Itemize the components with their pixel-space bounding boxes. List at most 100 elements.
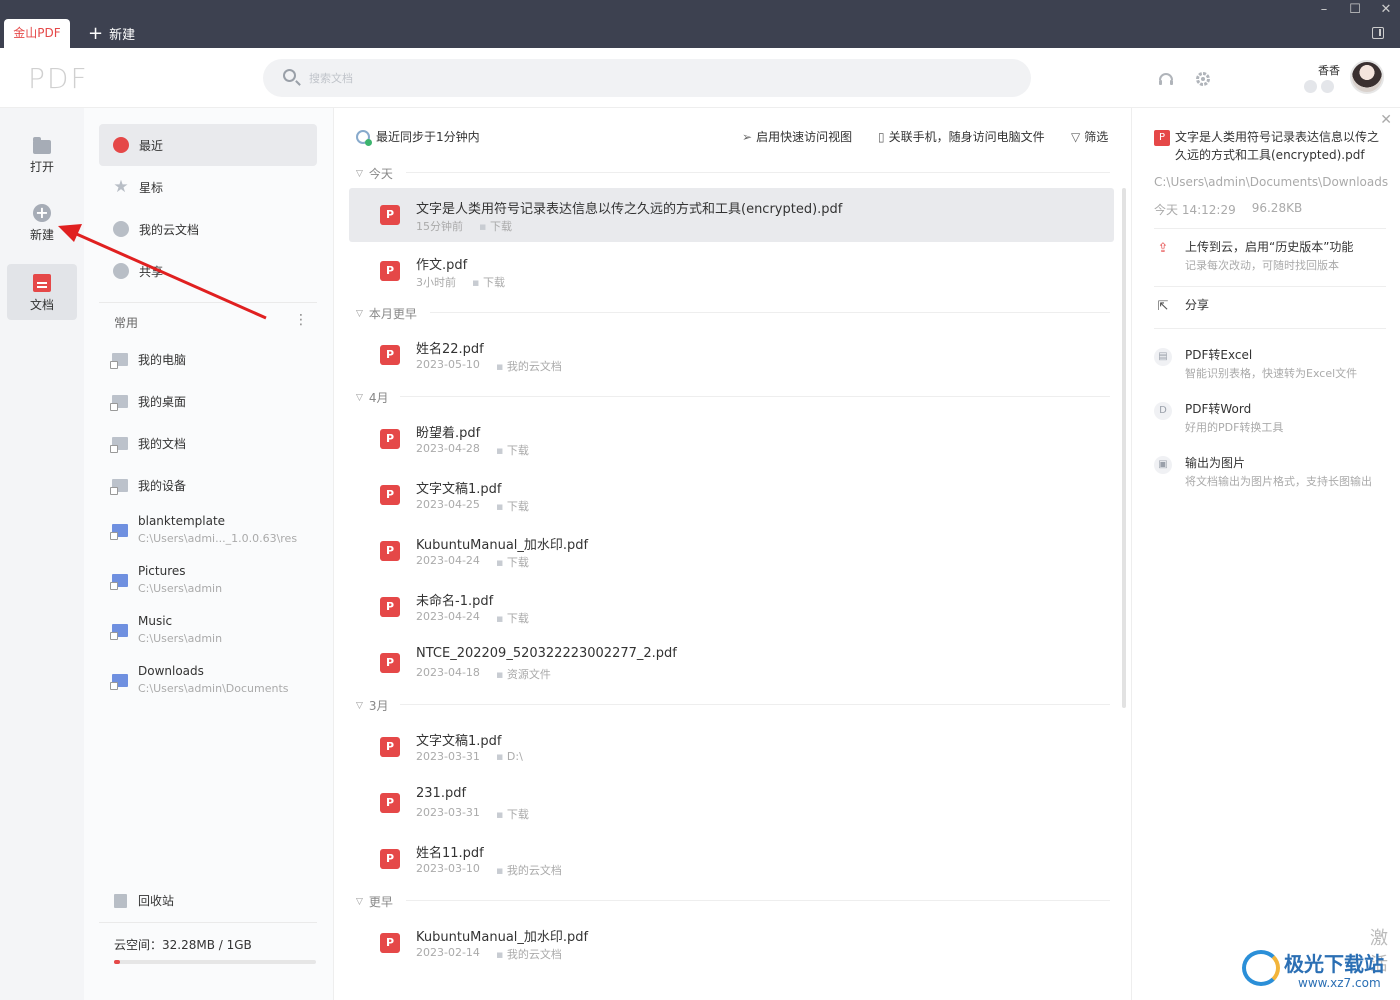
- file-row[interactable]: P 231.pdf 2023-03-31 下载: [349, 776, 1114, 830]
- file-meta: 2023-03-10 我的云文档: [416, 862, 562, 878]
- file-row[interactable]: P 姓名22.pdf 2023-05-10 我的云文档: [349, 328, 1114, 382]
- send-icon: ➢: [742, 129, 753, 144]
- file-row[interactable]: P 文字文稿1.pdf 2023-03-31 D:\: [349, 720, 1114, 774]
- rail-open-label: 打开: [29, 160, 54, 174]
- scrollbar[interactable]: [1122, 188, 1126, 708]
- group-header-april[interactable]: ▽ 4月: [356, 389, 389, 406]
- sidebar-toggle-icon[interactable]: [1372, 27, 1384, 39]
- tab-kingsoft-pdf[interactable]: 金山PDF: [4, 19, 70, 48]
- file-row[interactable]: P 文字是人类用符号记录表达信息以传之久远的方式和工具(encrypted).p…: [349, 188, 1114, 242]
- file-meta: 2023-04-18 资源文件: [416, 666, 551, 682]
- favorite-name: 我的电脑: [138, 353, 187, 367]
- link-phone-button[interactable]: ▯ 关联手机，随身访问电脑文件: [878, 128, 1045, 145]
- file-row[interactable]: P KubuntuManual_加水印.pdf 2023-04-24 下载: [349, 524, 1114, 578]
- recycle-bin[interactable]: 回收站: [114, 892, 174, 909]
- file-location: 下载: [496, 442, 529, 458]
- favorite-blanktemplate[interactable]: blanktemplate C:\Users\admi..._1.0.0.63\…: [108, 512, 318, 556]
- nav-item-recent[interactable]: 最近: [99, 124, 317, 166]
- more-options-icon[interactable]: ⋮: [294, 312, 308, 328]
- new-tab-button[interactable]: + 新建: [88, 24, 135, 43]
- favorite-name: 我的设备: [138, 479, 187, 493]
- file-location: 下载: [496, 498, 529, 514]
- favorite-music[interactable]: Music C:\Users\admin: [108, 612, 318, 656]
- avatar[interactable]: [1350, 60, 1384, 94]
- favorite-my-desktop[interactable]: 我的桌面: [108, 390, 318, 434]
- group-header-march[interactable]: ▽ 3月: [356, 697, 389, 714]
- group-header-older[interactable]: ▽ 更早: [356, 893, 393, 910]
- file-meta: 15分钟前 下载: [416, 218, 512, 234]
- tool-subtitle: 智能识别表格，快速转为Excel文件: [1185, 367, 1358, 380]
- tool-pdf-to-word[interactable]: D PDF转Word 好用的PDF转换工具: [1154, 400, 1394, 440]
- file-row[interactable]: P 作文.pdf 3小时前 下载: [349, 244, 1114, 298]
- filter-label: 筛选: [1084, 130, 1109, 144]
- close-button[interactable]: ✕: [1378, 2, 1394, 17]
- file-row[interactable]: P KubuntuManual_加水印.pdf 2023-02-14 我的云文档: [349, 916, 1114, 970]
- group-header-earlier-this-month[interactable]: ▽ 本月更早: [356, 305, 417, 322]
- file-location: 下载: [496, 554, 529, 570]
- group-header-today[interactable]: ▽ 今天: [356, 165, 393, 182]
- rail-documents-button[interactable]: 文档: [7, 264, 77, 320]
- folder-icon: [33, 137, 51, 154]
- file-row[interactable]: P 文字文稿1.pdf 2023-04-25 下载: [349, 468, 1114, 522]
- headset-icon[interactable]: [1157, 70, 1175, 88]
- nav-item-label: 共享: [139, 264, 164, 279]
- pdf-file-icon: P: [1154, 130, 1170, 146]
- nav-item-label: 星标: [139, 180, 164, 195]
- quick-view-button[interactable]: ➢ 启用快速访问视图: [742, 128, 852, 145]
- upload-title: 上传到云，启用“历史版本”功能: [1185, 240, 1354, 254]
- share-button[interactable]: ⇱ 分享: [1154, 296, 1394, 318]
- file-name: KubuntuManual_加水印.pdf: [416, 930, 589, 945]
- image-export-icon: ▣: [1154, 456, 1172, 474]
- favorite-my-documents[interactable]: 我的文档: [108, 432, 318, 476]
- file-row[interactable]: P 未命名-1.pdf 2023-04-24 下载: [349, 580, 1114, 634]
- tool-export-image[interactable]: ▣ 输出为图片 将文档输出为图片格式，支持长图输出: [1154, 454, 1394, 494]
- nav-item-cloud-docs[interactable]: 我的云文档: [99, 208, 317, 250]
- rail-documents-label: 文档: [29, 298, 54, 312]
- site-watermark: 极光下载站 www.xz7.com: [1238, 944, 1400, 1000]
- filter-button[interactable]: ▽ 筛选: [1071, 128, 1108, 145]
- clock-icon: [113, 137, 129, 153]
- chevron-down-icon: ▽: [356, 392, 363, 403]
- file-name: 文字文稿1.pdf: [416, 734, 502, 749]
- tool-title: PDF转Word: [1185, 402, 1252, 416]
- file-row[interactable]: P 姓名11.pdf 2023-03-10 我的云文档: [349, 832, 1114, 886]
- pdf-file-icon: P: [380, 261, 400, 281]
- computer-shortcut-icon: [110, 353, 128, 369]
- favorite-pictures[interactable]: Pictures C:\Users\admin: [108, 562, 318, 606]
- file-name: 盼望着.pdf: [416, 426, 481, 441]
- file-location: 下载: [479, 218, 512, 234]
- file-date: 2023-04-24: [416, 610, 480, 623]
- rail-open-button[interactable]: 打开: [7, 126, 77, 182]
- file-row[interactable]: P 盼望着.pdf 2023-04-28 下载: [349, 412, 1114, 466]
- maximize-button[interactable]: ☐: [1347, 2, 1363, 17]
- favorite-name: Downloads: [138, 664, 204, 678]
- favorite-my-computer[interactable]: 我的电脑: [108, 348, 318, 392]
- excel-convert-icon: ▤: [1154, 348, 1172, 366]
- file-row[interactable]: P NTCE_202209_520322223002277_2.pdf 2023…: [349, 636, 1114, 690]
- app-header: PDF 搜索文档 香香: [0, 48, 1400, 108]
- star-icon: ★: [113, 177, 129, 197]
- nav-item-starred[interactable]: ★ 星标: [99, 166, 317, 208]
- divider: [1154, 328, 1386, 329]
- rail-new-label: 新建: [29, 228, 54, 242]
- folder-shortcut-icon: [110, 437, 128, 453]
- upload-icon: ⇪: [1157, 241, 1169, 256]
- file-date: 2023-02-14: [416, 946, 480, 959]
- file-date: 2023-04-24: [416, 554, 480, 567]
- settings-gear-icon[interactable]: [1194, 70, 1212, 88]
- cloud-box-icon: [113, 221, 129, 237]
- share-label: 分享: [1185, 298, 1210, 312]
- rail-new-button[interactable]: + 新建: [7, 194, 77, 250]
- minimize-button[interactable]: –: [1316, 2, 1332, 17]
- detail-file-meta: 今天 14:12:29 96.28KB: [1154, 201, 1302, 218]
- favorite-path: C:\Users\admi..._1.0.0.63\res: [138, 532, 298, 545]
- tool-pdf-to-excel[interactable]: ▤ PDF转Excel 智能识别表格，快速转为Excel文件: [1154, 346, 1394, 386]
- file-name: 姓名11.pdf: [416, 846, 484, 861]
- upload-to-cloud-button[interactable]: ⇪ 上传到云，启用“历史版本”功能 记录每次改动，可随时找回版本: [1154, 238, 1394, 278]
- pdf-file-icon: P: [380, 653, 400, 673]
- favorite-downloads[interactable]: Downloads C:\Users\admin\Documents: [108, 662, 318, 706]
- username[interactable]: 香香: [1318, 62, 1340, 78]
- search-input[interactable]: 搜索文档: [263, 59, 1031, 97]
- close-icon[interactable]: ✕: [1380, 112, 1392, 128]
- nav-item-shared[interactable]: 共享: [99, 250, 317, 292]
